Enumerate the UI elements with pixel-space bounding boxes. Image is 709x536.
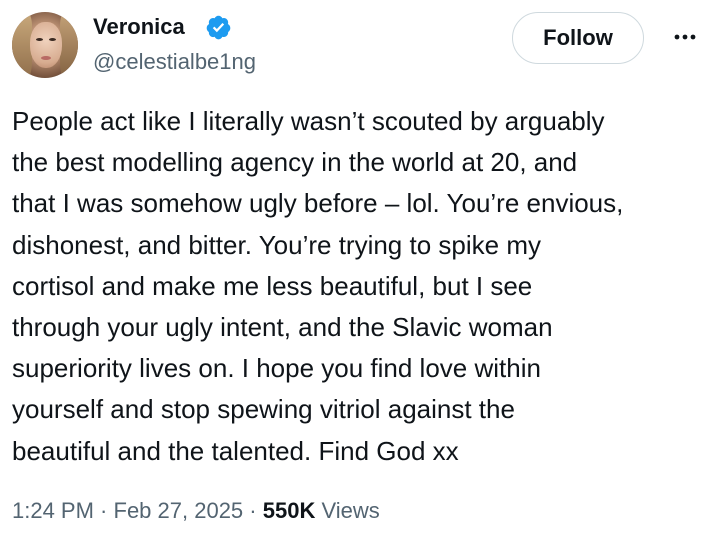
tweet-text-line: yourself and stop spewing vitriol agains… [12,394,515,425]
tweet-text: People act like I literally wasn’t scout… [12,101,702,472]
tweet-text-line: through your ugly intent, and the Slavic… [12,312,553,343]
views-count: 550K [262,498,316,523]
tweet-meta: 1:24 PM · Feb 27, 2025 · 550K Views [12,497,380,525]
views-label: Views [315,498,380,523]
tweet-text-line: dishonest, and bitter. You’re trying to … [12,229,541,260]
timestamp-date[interactable]: Feb 27, 2025 [114,498,244,523]
tweet-text-line: superiority lives on. I hope you find lo… [12,353,541,384]
more-icon[interactable] [670,22,700,52]
tweet-text-line: the best modelling agency in the world a… [12,147,578,178]
tweet-card: Veronica @celestialbe1ng Follow People a… [0,0,709,536]
display-name[interactable]: Veronica [93,13,185,41]
avatar-eye-right [49,38,56,41]
verified-badge-icon [206,15,231,40]
meta-separator: · [93,498,114,523]
tweet-text-line: cortisol and make me less beautiful, but… [12,270,533,301]
tweet-text-line: People act like I literally wasn’t scout… [12,106,605,136]
tweet-text-line: that I was somehow ugly before – lol. Yo… [12,188,624,219]
avatar[interactable] [12,12,78,78]
avatar-hair-right [60,12,78,78]
avatar-lips [41,56,51,60]
tweet-text-line: beautiful and the talented. Find God xx [12,435,459,466]
author-handle[interactable]: @celestialbe1ng [93,48,256,76]
meta-separator: · [243,498,263,523]
timestamp-time[interactable]: 1:24 PM [12,498,94,523]
avatar-eye-left [36,38,43,41]
avatar-hair-left [12,12,32,78]
follow-button[interactable]: Follow [512,12,644,64]
avatar-face [30,22,62,68]
